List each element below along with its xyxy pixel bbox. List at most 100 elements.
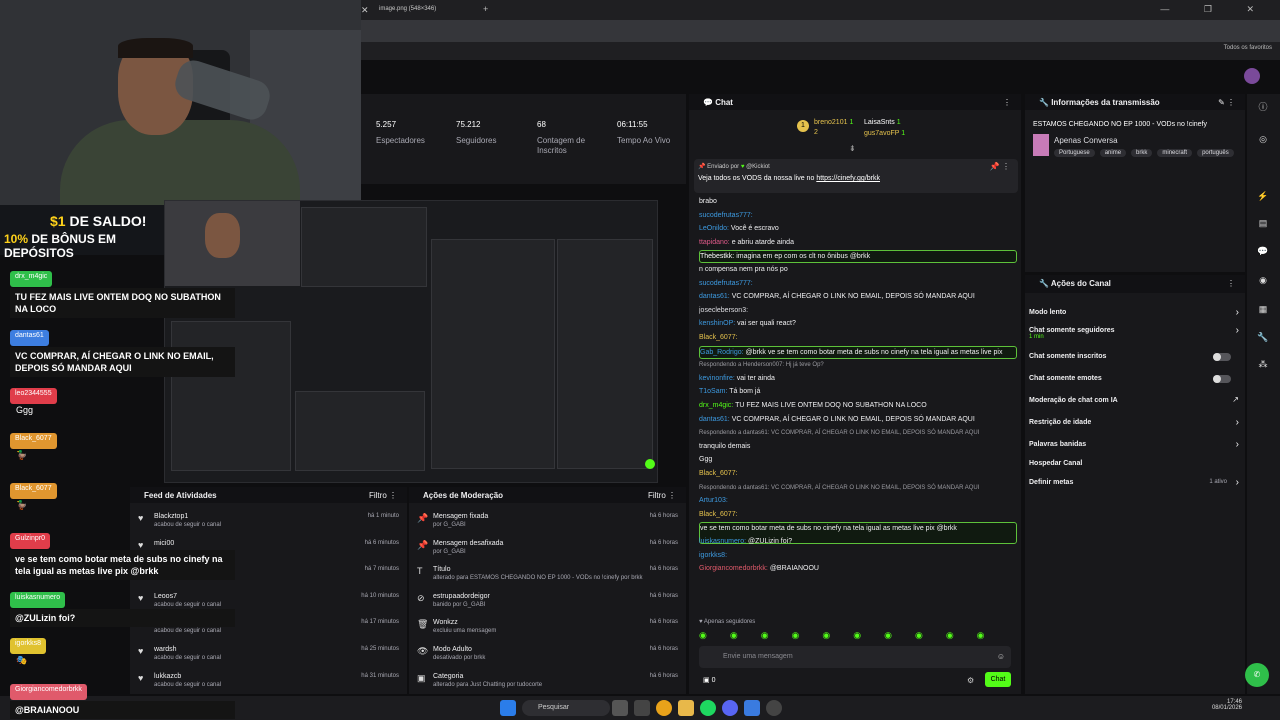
discord-icon[interactable] bbox=[722, 700, 738, 716]
chat-username[interactable]: Artur103: bbox=[699, 497, 728, 504]
chat-icon[interactable]: 💬 bbox=[1256, 246, 1270, 260]
chat-username[interactable]: josecleberson3: bbox=[699, 307, 748, 314]
chat-message[interactable]: brabo bbox=[699, 196, 1017, 207]
chat-username[interactable]: Black_6077: bbox=[699, 334, 738, 341]
feed-item[interactable]: ♥ mici00 há 6 minutos bbox=[138, 540, 399, 550]
channel-action-item[interactable]: Chat somente inscritos bbox=[1029, 353, 1239, 361]
chat-message[interactable]: Respondendo a dantas61: VC COMPRAR, AÍ C… bbox=[699, 427, 1017, 439]
chat-username[interactable]: kevinonfire: bbox=[699, 375, 735, 382]
stream-preview[interactable] bbox=[164, 200, 658, 483]
broadcast-icon[interactable]: ◉ bbox=[1256, 275, 1270, 289]
chat-message[interactable]: Black_6077: bbox=[699, 332, 1017, 343]
tag[interactable]: Portuguese bbox=[1054, 149, 1095, 157]
emote-bar[interactable]: ◉◉◉◉◉◉◉◉◉◉ bbox=[699, 630, 1017, 644]
more-icon[interactable]: ⋮ bbox=[1227, 279, 1235, 288]
start-icon[interactable] bbox=[500, 700, 516, 716]
channel-action-item[interactable]: Hospedar Canal bbox=[1029, 460, 1239, 467]
chat-message[interactable]: Black_6077: bbox=[699, 509, 1017, 520]
chat-message[interactable]: T1oSam: Tá bom já bbox=[699, 386, 1017, 397]
chat-message[interactable]: n compensa nem pra nós po bbox=[699, 264, 1017, 275]
chat-username[interactable]: dantas61: bbox=[699, 416, 730, 423]
chat-message[interactable]: Respondendo a Henderson007: Hj já teve O… bbox=[699, 359, 1017, 371]
chat-username[interactable]: dantas61: bbox=[699, 293, 730, 300]
chat-message[interactable]: Artur103: bbox=[699, 495, 1017, 506]
chat-message[interactable]: igorkks8: bbox=[699, 550, 1017, 561]
obs-icon[interactable] bbox=[766, 700, 782, 716]
chat-send-button[interactable]: Chat bbox=[985, 672, 1011, 687]
bookmarks-label[interactable]: Todos os favoritos bbox=[1224, 45, 1272, 51]
channel-action-item[interactable]: Palavras banidas › bbox=[1029, 439, 1239, 450]
whatsapp-icon[interactable]: ✆ bbox=[1245, 663, 1269, 687]
chat-username[interactable]: Black_6077: bbox=[699, 511, 738, 518]
chat-username[interactable]: sucodefrutas777: bbox=[699, 280, 753, 287]
chat-username[interactable]: igorkks8: bbox=[699, 552, 727, 559]
channel-action-item[interactable]: Chat somente seguidores 1 min › bbox=[1029, 325, 1239, 340]
chat-message[interactable]: kenshinOP: vai ser quali react? bbox=[699, 318, 1017, 329]
document-icon[interactable]: ▤ bbox=[1256, 218, 1270, 232]
chat-message[interactable]: Black_6077: bbox=[699, 468, 1017, 479]
tag[interactable]: brkk bbox=[1131, 149, 1153, 157]
chat-message[interactable]: drx_m4gic: TU FEZ MAIS LIVE ONTEM DOQ NO… bbox=[699, 400, 1017, 411]
channel-action-item[interactable]: Moderação de chat com IA ↗ bbox=[1029, 395, 1239, 404]
chat-message[interactable]: sucodefrutas777: bbox=[699, 210, 1017, 221]
feed-item[interactable]: T Título alterado para ESTAMOS CHEGANDO NO… bbox=[417, 566, 678, 581]
chat-message[interactable]: Ggg bbox=[699, 454, 1017, 465]
chat-message[interactable]: tranquilo demais bbox=[699, 441, 1017, 452]
widgets-icon[interactable] bbox=[634, 700, 650, 716]
new-tab-icon[interactable]: + bbox=[483, 4, 488, 14]
chat-message[interactable]: Giorgiancomedorbrkk: @BRAIANOOU bbox=[699, 563, 1017, 574]
chat-message[interactable]: ttapidano: e abriu atarde ainda bbox=[699, 237, 1017, 248]
toggle[interactable] bbox=[1213, 353, 1231, 361]
spotify-icon[interactable] bbox=[700, 700, 716, 716]
pinned-link[interactable]: https://cinefy.gg/brkk bbox=[816, 175, 880, 182]
tab-close-icon[interactable]: ✕ bbox=[361, 0, 373, 20]
chat-message[interactable]: josecleberson3: bbox=[699, 305, 1017, 316]
explorer-icon[interactable] bbox=[678, 700, 694, 716]
tag[interactable]: anime bbox=[1099, 149, 1127, 157]
tag[interactable]: minecraft bbox=[1157, 149, 1193, 157]
chat-username[interactable]: drx_m4gic: bbox=[699, 402, 733, 409]
channel-action-item[interactable]: Chat somente emotes bbox=[1029, 375, 1239, 383]
feed-item[interactable]: 📌 Mensagem desafixada por G_GABI há 6 horas bbox=[417, 540, 678, 555]
chat-message[interactable]: luiskasnumero: @ZULizin foi? bbox=[699, 536, 1017, 547]
taskview-icon[interactable] bbox=[612, 700, 628, 716]
clock[interactable]: 17:46 08/01/2026 bbox=[1212, 699, 1242, 711]
emoji-icon[interactable]: ☺ bbox=[997, 652, 1005, 661]
chat-message[interactable]: dantas61: VC COMPRAR, AÍ CHEGAR O LINK N… bbox=[699, 414, 1017, 425]
chat-message[interactable]: LeOnildo: Você é escravo bbox=[699, 223, 1017, 234]
feed-item[interactable]: 📌 Mensagem fixada por G_GABI há 6 horas bbox=[417, 513, 678, 528]
feed-item[interactable]: ♥ lukkazcb acabou de seguir o canal há 31 m… bbox=[138, 673, 399, 688]
nodes-icon[interactable]: ⁂ bbox=[1256, 359, 1270, 373]
address-bar[interactable] bbox=[361, 20, 1280, 42]
chat-username[interactable]: Thebestkk: bbox=[700, 253, 734, 260]
chat-message[interactable]: Gab_Rodrigo: @brkk ve se tem como botar … bbox=[699, 345, 1017, 359]
chat-message[interactable]: sucodefrutas777: bbox=[699, 278, 1017, 289]
lightning-icon[interactable]: ⚡ bbox=[1256, 191, 1270, 205]
feed-item[interactable]: ♥ Leoos7 acabou de seguir o canal há 10 min… bbox=[138, 593, 399, 608]
edit-icon[interactable]: ✎ ⋮ bbox=[1218, 98, 1235, 107]
app-icon[interactable] bbox=[744, 700, 760, 716]
feed-item[interactable]: ⊘ estrupaadordeigor banido por G_GABI há 6 … bbox=[417, 593, 678, 608]
chat-input[interactable]: Envie uma mensagem ☺ bbox=[699, 646, 1011, 668]
feed-item[interactable]: ♥ Blackztop1 acabou de seguir o canal há 1 … bbox=[138, 513, 399, 528]
chat-username[interactable]: ttapidano: bbox=[699, 239, 730, 246]
channel-action-item[interactable]: Modo lento › bbox=[1029, 307, 1239, 318]
chat-message[interactable]: kevinonfire: vai ter ainda bbox=[699, 373, 1017, 384]
chat-username[interactable]: Black_6077: bbox=[699, 470, 738, 477]
pin-icon[interactable]: 📌 ⋮ bbox=[990, 162, 1010, 171]
chat-username[interactable]: kenshinOP: bbox=[699, 320, 735, 327]
chat-message[interactable]: Thebestkk: imagina em ep com os clt no ô… bbox=[699, 250, 1017, 264]
chat-username[interactable]: LeOnildo: bbox=[699, 225, 729, 232]
chat-username[interactable]: T1oSam: bbox=[699, 388, 727, 395]
filter-button[interactable]: Filtro ⋮ bbox=[648, 491, 676, 500]
wrench-icon[interactable]: 🔧 bbox=[1256, 332, 1270, 346]
window-controls[interactable]: — ❐ ✕ bbox=[1160, 4, 1270, 15]
feed-item[interactable]: 👁 Modo Adulto desativado por brkk há 6 hora… bbox=[417, 646, 678, 661]
chat-username[interactable]: sucodefrutas777: bbox=[699, 212, 753, 219]
feed-item[interactable]: ▣ Categoria alterado para Just Chatting po… bbox=[417, 673, 678, 688]
grid-icon[interactable]: ▦ bbox=[1256, 304, 1270, 318]
settings-icon[interactable]: ⚙ bbox=[967, 676, 974, 685]
avatar[interactable] bbox=[1244, 68, 1260, 84]
collapse-icon[interactable]: ⇟ bbox=[849, 144, 856, 153]
info-icon[interactable]: ⓘ bbox=[1256, 100, 1270, 114]
